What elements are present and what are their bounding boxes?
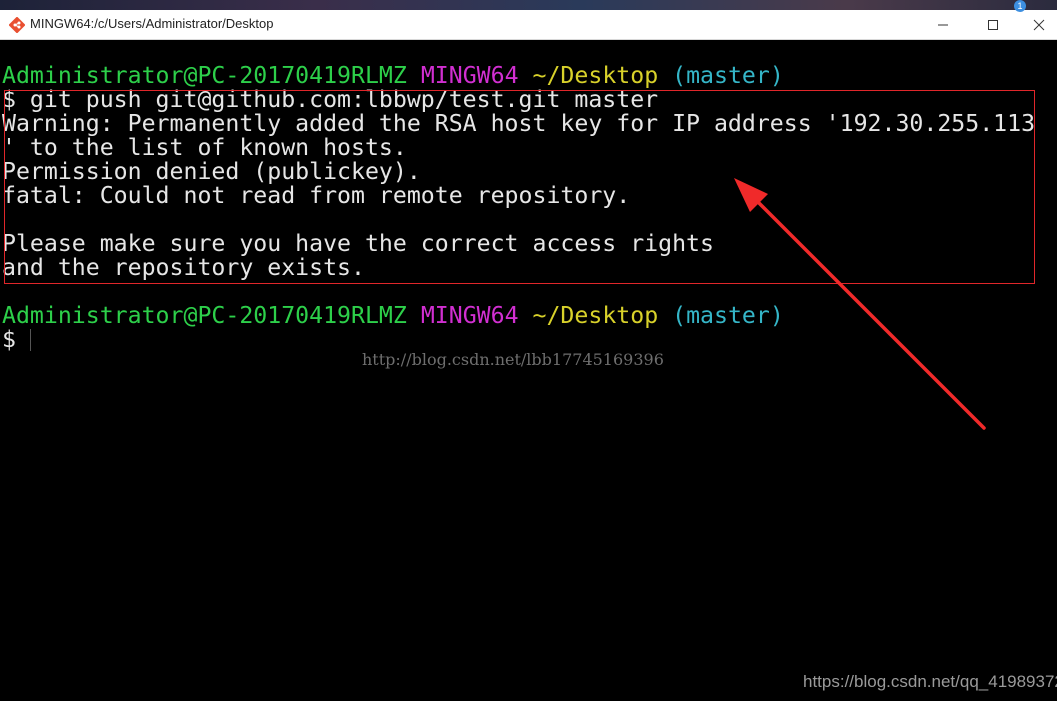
- prompt-env: MINGW64: [420, 62, 519, 89]
- annotation-highlight-box: [4, 90, 1035, 284]
- desktop-background-strip: [0, 0, 1057, 10]
- input-prompt: $: [2, 326, 16, 353]
- window-title: MINGW64:/c/Users/Administrator/Desktop: [30, 16, 274, 31]
- notification-badge: 1: [1014, 0, 1026, 12]
- close-button[interactable]: [1020, 10, 1057, 39]
- watermark-center: http://blog.csdn.net/lbb17745169396: [362, 350, 664, 369]
- maximize-icon: [988, 19, 998, 30]
- git-bash-icon: [9, 17, 25, 33]
- window-titlebar[interactable]: MINGW64:/c/Users/Administrator/Desktop: [0, 10, 1057, 40]
- watermark-corner: https://blog.csdn.net/qq_41989372: [803, 672, 1057, 691]
- prompt-user-host: Administrator@PC-20170419RLMZ: [2, 62, 407, 89]
- prompt-branch: (master): [672, 302, 784, 329]
- text-cursor: [30, 329, 31, 351]
- maximize-button[interactable]: [970, 10, 1016, 39]
- prompt-path: ~/Desktop: [532, 62, 659, 89]
- prompt-line-1: Administrator@PC-20170419RLMZ MINGW64 ~/…: [2, 64, 784, 88]
- minimize-icon: [938, 24, 948, 25]
- prompt-branch: (master): [672, 62, 784, 89]
- prompt-env: MINGW64: [420, 302, 519, 329]
- close-icon: [1033, 19, 1044, 30]
- minimize-button[interactable]: [920, 10, 966, 39]
- prompt-line-2: Administrator@PC-20170419RLMZ MINGW64 ~/…: [2, 304, 784, 328]
- prompt-user-host: Administrator@PC-20170419RLMZ: [2, 302, 407, 329]
- prompt-path: ~/Desktop: [532, 302, 659, 329]
